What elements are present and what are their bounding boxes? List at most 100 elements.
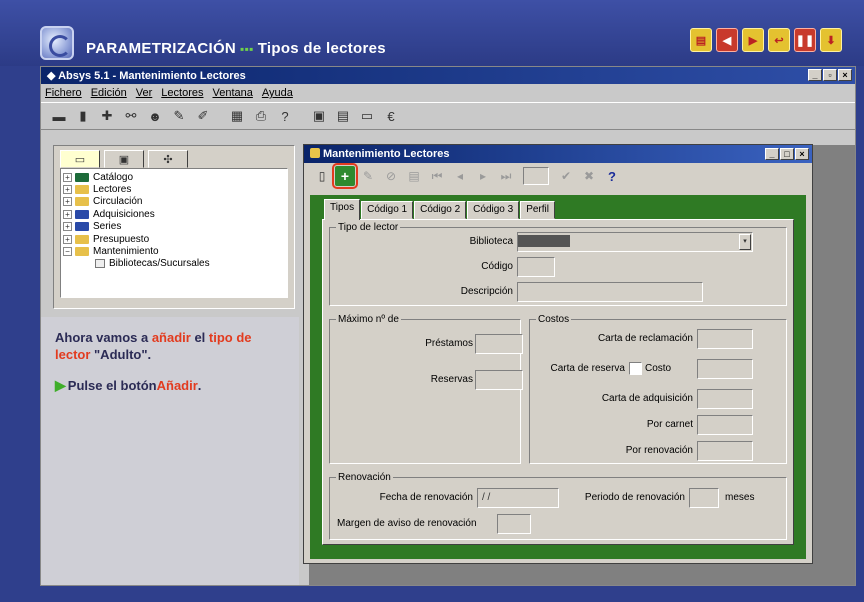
- add-record-icon[interactable]: ✚: [97, 106, 117, 126]
- menu-ver[interactable]: Ver: [136, 87, 153, 99]
- record-toolbar: ▯ + ✎ ⊘ ▤ ⏮ ◂ ▸ ⏭ ✔ ✖ ?: [304, 163, 812, 189]
- accept-icon[interactable]: ✔: [556, 166, 576, 186]
- expand-icon[interactable]: +: [63, 222, 72, 232]
- margen-aviso-field[interactable]: [497, 514, 531, 534]
- grid-icon[interactable]: ▣: [309, 106, 329, 126]
- minimize-icon[interactable]: _: [765, 148, 779, 160]
- window-icon[interactable]: ▭: [357, 106, 377, 126]
- folder-icon: [75, 172, 89, 182]
- link-icon[interactable]: ⚯: [121, 106, 141, 126]
- save-icon[interactable]: ▬: [49, 106, 69, 126]
- reservas-field[interactable]: [475, 370, 523, 390]
- collapse-icon[interactable]: −: [63, 247, 72, 257]
- tab-body: Tipo de lector Biblioteca ▾ Código Descr…: [322, 219, 794, 545]
- carta-reserva-label: Carta de reserva: [550, 363, 625, 374]
- carta-adquisicion-field[interactable]: [697, 389, 753, 409]
- exit-icon[interactable]: ⬇: [820, 28, 842, 52]
- print-icon[interactable]: ⎙: [251, 106, 271, 126]
- carta-reclamacion-field[interactable]: [697, 329, 753, 349]
- last-record-icon[interactable]: ⏭: [496, 166, 516, 186]
- expand-icon[interactable]: +: [63, 172, 72, 182]
- cancel-icon[interactable]: ✖: [579, 166, 599, 186]
- maximize-icon[interactable]: □: [780, 148, 794, 160]
- tree-item-mantenimiento[interactable]: − Mantenimiento: [63, 245, 285, 257]
- por-carnet-field[interactable]: [697, 415, 753, 435]
- folder-icon: [75, 197, 89, 207]
- notes-icon[interactable]: ▤: [690, 28, 712, 52]
- record-number-field[interactable]: [523, 167, 549, 185]
- undo-icon[interactable]: ⊘: [381, 166, 401, 186]
- first-page-icon[interactable]: ◀: [716, 28, 738, 52]
- carta-reserva-checkbox[interactable]: [629, 362, 642, 375]
- por-renovacion-field[interactable]: [697, 441, 753, 461]
- tab-tipos[interactable]: Tipos: [324, 199, 361, 220]
- folder-tab-icon[interactable]: ▭: [60, 150, 100, 168]
- form-icon[interactable]: ▤: [333, 106, 353, 126]
- banner-title: PARAMETRIZACIÓN ▪▪▪ Tipos de lectores: [86, 40, 386, 57]
- tree-item-bibliotecas[interactable]: Bibliotecas/Sucursales: [63, 258, 285, 270]
- expand-icon[interactable]: +: [63, 234, 72, 244]
- expand-icon[interactable]: +: [63, 185, 72, 195]
- periodo-renovacion-field[interactable]: [689, 488, 719, 508]
- next-page-icon[interactable]: ▶: [742, 28, 764, 52]
- tools-tab-icon[interactable]: ✣: [148, 150, 188, 168]
- tab-codigo-3[interactable]: Código 3: [467, 201, 520, 219]
- chevron-down-icon[interactable]: ▾: [739, 234, 751, 250]
- minimize-icon[interactable]: _: [808, 69, 822, 81]
- user-icon[interactable]: ☻: [145, 106, 165, 126]
- descripcion-field[interactable]: [517, 282, 703, 302]
- report-icon[interactable]: ▦: [227, 106, 247, 126]
- first-record-icon[interactable]: ⏮: [427, 166, 447, 186]
- tree-item-presupuesto[interactable]: + Presupuesto: [63, 233, 285, 245]
- codigo-field[interactable]: [517, 257, 555, 277]
- menu-ayuda[interactable]: Ayuda: [262, 87, 293, 99]
- edit-icon[interactable]: ✎: [169, 106, 189, 126]
- image-tab-icon[interactable]: ▣: [104, 150, 144, 168]
- expand-icon[interactable]: +: [63, 197, 72, 207]
- carta-reclamacion-label: Carta de reclamación: [597, 333, 693, 344]
- costo-field[interactable]: [697, 359, 753, 379]
- close-icon[interactable]: ×: [838, 69, 852, 81]
- euro-icon[interactable]: €: [381, 106, 401, 126]
- help-icon[interactable]: ?: [275, 106, 295, 126]
- tree-item-lectores[interactable]: + Lectores: [63, 183, 285, 195]
- back-icon[interactable]: ↩: [768, 28, 790, 52]
- brush-icon[interactable]: ✐: [193, 106, 213, 126]
- tab-codigo-1[interactable]: Código 1: [361, 201, 414, 219]
- por-renovacion-label: Por renovación: [625, 445, 693, 456]
- codigo-label: Código: [481, 261, 513, 272]
- prestamos-field[interactable]: [475, 334, 523, 354]
- fecha-renovacion-field[interactable]: / /: [477, 488, 559, 508]
- por-carnet-label: Por carnet: [646, 419, 693, 430]
- menu-ventana[interactable]: Ventana: [212, 87, 252, 99]
- help-button[interactable]: ?: [602, 166, 622, 186]
- close-icon[interactable]: ×: [795, 148, 809, 160]
- pause-icon[interactable]: ❚❚: [794, 28, 816, 52]
- child-title: Mantenimiento Lectores: [323, 148, 450, 160]
- add-button[interactable]: +: [332, 163, 358, 189]
- banner: PARAMETRIZACIÓN ▪▪▪ Tipos de lectores ▤ ◀ …: [0, 0, 864, 66]
- restore-icon[interactable]: ▫: [823, 69, 837, 81]
- expand-icon[interactable]: +: [63, 209, 72, 219]
- reservas-label: Reservas: [430, 374, 473, 385]
- biblioteca-select[interactable]: ▾: [517, 232, 753, 252]
- prev-record-icon[interactable]: ◂: [450, 166, 470, 186]
- tab-codigo-2[interactable]: Código 2: [414, 201, 467, 219]
- folder-icon: [75, 234, 89, 244]
- menu-edicion[interactable]: Edición: [91, 87, 127, 99]
- tree-item-adquisiciones[interactable]: + Adquisiciones: [63, 208, 285, 220]
- menu-lectores[interactable]: Lectores: [161, 87, 203, 99]
- tree-item-series[interactable]: + Series: [63, 221, 285, 233]
- list-icon[interactable]: ▤: [404, 166, 424, 186]
- next-record-icon[interactable]: ▸: [473, 166, 493, 186]
- folder-icon: [75, 185, 89, 195]
- tree-item-catalogo[interactable]: + Catálogo: [63, 171, 285, 183]
- copy-icon[interactable]: ▯: [312, 166, 332, 186]
- tab-perfil[interactable]: Perfil: [520, 201, 555, 219]
- folder-icon: [75, 247, 89, 257]
- tree-item-circulacion[interactable]: + Circulación: [63, 196, 285, 208]
- edit-icon[interactable]: ✎: [358, 166, 378, 186]
- prestamos-label: Préstamos: [425, 338, 473, 349]
- menu-fichero[interactable]: Fichero: [45, 87, 82, 99]
- new-record-icon[interactable]: ▮: [73, 106, 93, 126]
